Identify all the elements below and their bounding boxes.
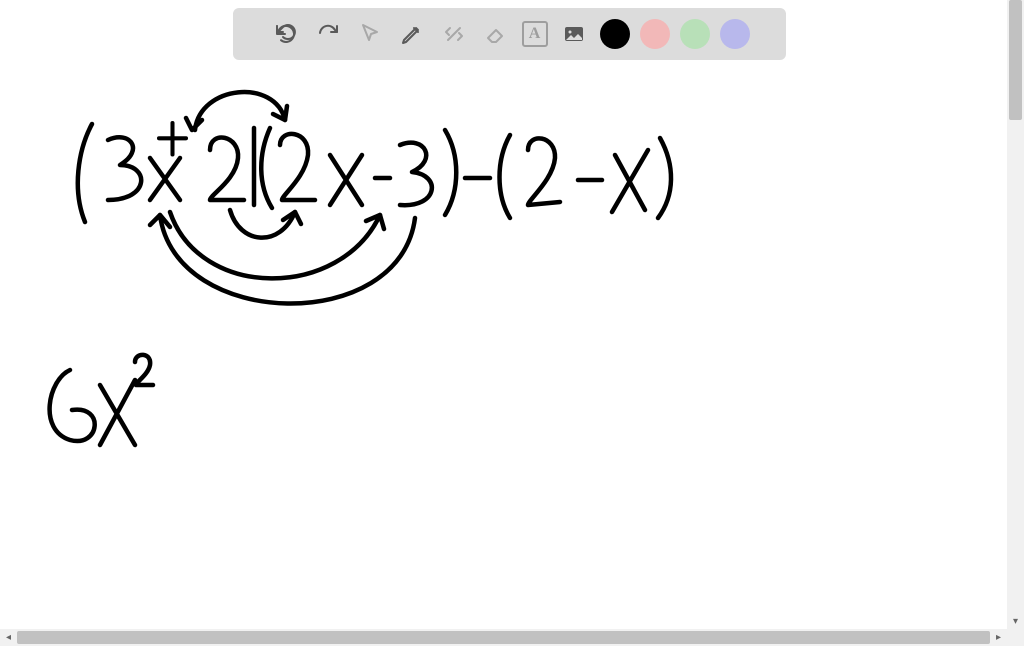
undo-button[interactable] bbox=[270, 18, 302, 50]
scroll-right-icon[interactable]: ▸ bbox=[990, 629, 1007, 646]
pointer-icon bbox=[358, 22, 382, 46]
pointer-button[interactable] bbox=[354, 18, 386, 50]
image-button[interactable] bbox=[558, 18, 590, 50]
eraser-button[interactable] bbox=[480, 18, 512, 50]
redo-icon bbox=[316, 22, 340, 46]
pencil-icon bbox=[400, 22, 424, 46]
vertical-scrollbar[interactable]: ▴ ▾ bbox=[1007, 0, 1024, 630]
scrollbar-corner bbox=[1007, 629, 1024, 646]
scroll-left-icon[interactable]: ◂ bbox=[0, 629, 17, 646]
drawing-canvas[interactable] bbox=[0, 0, 1007, 629]
redo-button[interactable] bbox=[312, 18, 344, 50]
pencil-button[interactable] bbox=[396, 18, 428, 50]
tools-icon bbox=[442, 22, 466, 46]
undo-icon bbox=[274, 22, 298, 46]
text-button[interactable]: A bbox=[522, 21, 548, 47]
horizontal-scroll-thumb[interactable] bbox=[17, 631, 990, 644]
color-black[interactable] bbox=[600, 19, 630, 49]
vertical-scroll-thumb[interactable] bbox=[1009, 0, 1022, 120]
color-purple[interactable] bbox=[720, 19, 750, 49]
image-icon bbox=[562, 22, 586, 46]
tools-button[interactable] bbox=[438, 18, 470, 50]
horizontal-scrollbar[interactable]: ◂ ▸ bbox=[0, 629, 1007, 646]
color-green[interactable] bbox=[680, 19, 710, 49]
drawing-toolbar: A bbox=[233, 8, 786, 60]
text-icon-label: A bbox=[529, 25, 541, 43]
eraser-icon bbox=[484, 22, 508, 46]
scroll-down-icon[interactable]: ▾ bbox=[1007, 613, 1024, 630]
whiteboard-viewport: A bbox=[0, 0, 1024, 646]
color-pink[interactable] bbox=[640, 19, 670, 49]
